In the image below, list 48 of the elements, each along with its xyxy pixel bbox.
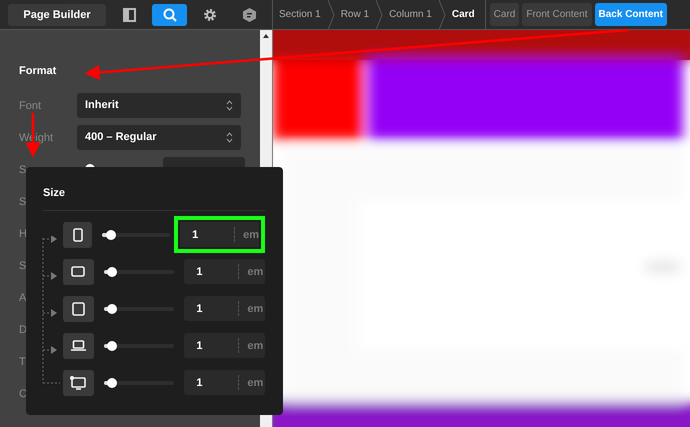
laptop-icon bbox=[70, 340, 86, 351]
up-down-icon bbox=[226, 100, 233, 110]
device-button[interactable] bbox=[63, 258, 94, 284]
device-button[interactable] bbox=[63, 222, 92, 248]
breadcrumb-link[interactable]: Section 1 bbox=[273, 9, 327, 20]
search-icon bbox=[162, 8, 176, 22]
field-label: A bbox=[19, 292, 26, 304]
field-label: S bbox=[19, 164, 26, 176]
tablet-icon bbox=[71, 266, 86, 277]
size-input[interactable]: 1 em bbox=[184, 296, 265, 321]
popover-title: Size bbox=[43, 187, 265, 211]
phone-icon bbox=[72, 228, 83, 242]
breadcrumb-link[interactable]: Card bbox=[446, 9, 481, 20]
select-field[interactable]: 400 – Regular bbox=[77, 124, 241, 150]
breadcrumb-link[interactable]: Column 1 bbox=[383, 9, 438, 20]
hexagon-icon bbox=[243, 8, 256, 22]
select-field[interactable]: Inherit bbox=[77, 92, 241, 118]
device-button[interactable] bbox=[63, 332, 94, 358]
sidebar-icon bbox=[123, 8, 136, 22]
device-button[interactable] bbox=[63, 296, 94, 322]
element-tab[interactable]: Card bbox=[490, 3, 520, 26]
slider-thumb[interactable] bbox=[107, 340, 118, 350]
size-input[interactable]: 1 em bbox=[174, 216, 265, 253]
device-button[interactable] bbox=[63, 370, 94, 396]
slider-thumb[interactable] bbox=[107, 378, 118, 388]
field-label: T bbox=[19, 356, 26, 368]
field-label: H bbox=[19, 228, 27, 240]
field-label: S bbox=[19, 260, 26, 272]
field-label: C bbox=[19, 388, 27, 400]
breadcrumb-link[interactable]: Row 1 bbox=[334, 9, 376, 20]
slider-thumb[interactable] bbox=[107, 304, 118, 314]
scroll-up-icon bbox=[263, 34, 269, 38]
section-heading: Format bbox=[19, 65, 58, 77]
slider-thumb[interactable] bbox=[106, 230, 116, 240]
size-input[interactable]: 1 em bbox=[184, 370, 265, 395]
tablet-icon bbox=[72, 302, 85, 316]
settings-icon bbox=[202, 8, 216, 22]
desktop-icon bbox=[70, 376, 86, 390]
size-input[interactable]: 1 em bbox=[184, 259, 265, 284]
element-tab[interactable]: Front Content bbox=[522, 3, 592, 26]
app-title[interactable]: Page Builder bbox=[8, 4, 106, 26]
slider-thumb[interactable] bbox=[107, 266, 118, 276]
field-label: D bbox=[19, 324, 27, 336]
up-down-icon bbox=[226, 132, 233, 142]
field-label: Font bbox=[19, 100, 42, 112]
size-input[interactable]: 1 em bbox=[184, 333, 265, 358]
toolbar-button[interactable] bbox=[152, 4, 187, 26]
field-label: S bbox=[19, 196, 26, 208]
